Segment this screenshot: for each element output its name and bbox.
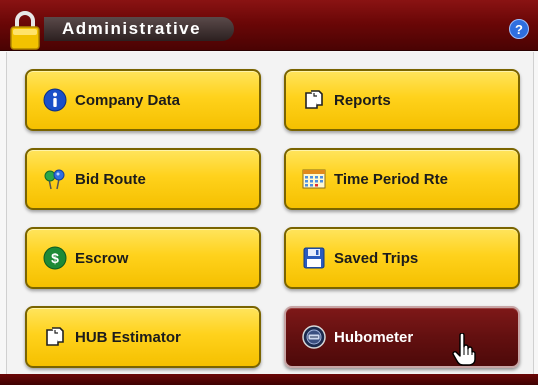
- hubometer-label: Hubometer: [334, 328, 414, 346]
- svg-text:$: $: [51, 250, 59, 266]
- documents-icon: [46, 327, 64, 346]
- time-period-rte-label: Time Period Rte: [334, 170, 448, 188]
- window-title: Administrative: [62, 19, 202, 38]
- footer-bar: [0, 374, 538, 385]
- floppy-disk-icon: [303, 247, 325, 269]
- lock-icon: [10, 11, 40, 50]
- saved-trips-label: Saved Trips: [334, 249, 419, 267]
- title-bar: Administrative ?: [0, 0, 538, 51]
- calendar-icon: [302, 169, 326, 189]
- bid-route-label: Bid Route: [75, 170, 146, 188]
- hubometer-icon: [302, 325, 326, 349]
- hub-estimator-label: HUB Estimator: [75, 328, 181, 346]
- company-data-button[interactable]: Company Data: [25, 69, 261, 131]
- reports-label: Reports: [334, 91, 391, 109]
- help-icon[interactable]: ?: [509, 19, 529, 39]
- administrative-window: Administrative ? Company Data Bid Route …: [0, 0, 538, 385]
- map-pins-icon: [44, 169, 65, 190]
- hub-estimator-button[interactable]: HUB Estimator: [25, 306, 261, 368]
- company-data-label: Company Data: [75, 91, 181, 109]
- reports-button[interactable]: Reports: [284, 69, 520, 131]
- bid-route-button[interactable]: Bid Route: [25, 148, 261, 210]
- documents-icon: [305, 90, 323, 109]
- escrow-label: Escrow: [75, 249, 129, 267]
- saved-trips-button[interactable]: Saved Trips: [284, 227, 520, 289]
- svg-text:?: ?: [515, 22, 523, 37]
- hubometer-button[interactable]: Hubometer: [284, 306, 520, 368]
- time-period-rte-button[interactable]: Time Period Rte: [284, 148, 520, 210]
- dollar-icon: $: [43, 246, 67, 270]
- info-icon: [43, 88, 67, 112]
- hand-pointer-cursor-icon: [452, 333, 476, 366]
- escrow-button[interactable]: $ Escrow: [25, 227, 261, 289]
